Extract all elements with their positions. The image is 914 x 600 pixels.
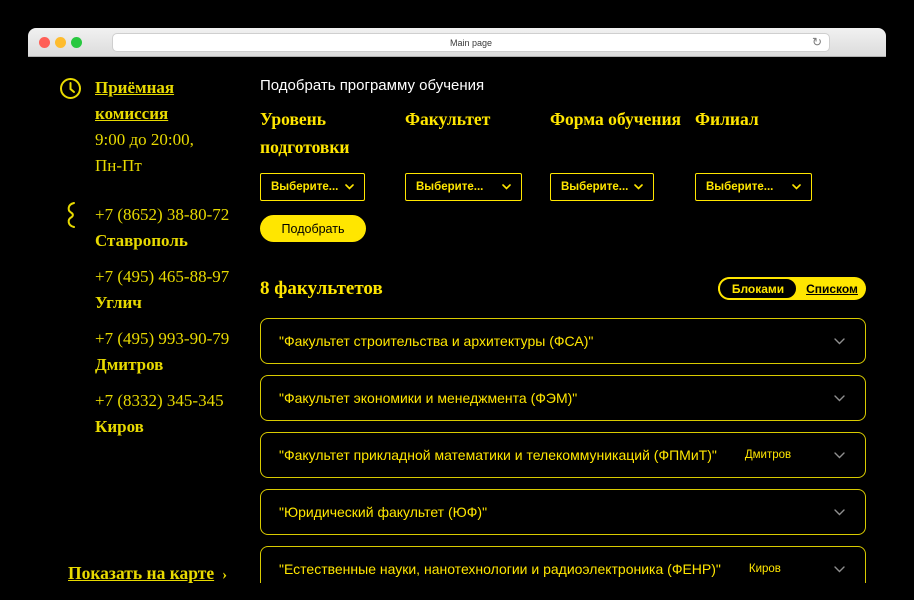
filter-level: Уровень подготовки Выберите... bbox=[260, 105, 365, 205]
chevron-down-icon bbox=[502, 184, 511, 190]
search-submit-button[interactable]: Подобрать bbox=[260, 215, 366, 242]
minimize-window-button[interactable] bbox=[55, 37, 66, 48]
chevron-down-icon bbox=[834, 452, 845, 459]
faculty-title: "Юридический факультет (ЮФ)" bbox=[279, 504, 487, 520]
filter-faculty: Факультет Выберите... bbox=[405, 105, 522, 205]
phone-city: Дмитров bbox=[95, 352, 237, 378]
filter-study-form: Форма обучения Выберите... bbox=[550, 105, 654, 205]
filter-study-form-select[interactable]: Выберите... bbox=[550, 173, 654, 201]
chevron-down-icon bbox=[834, 338, 845, 345]
phone-entry: +7 (8332) 345-345 Киров bbox=[95, 388, 237, 440]
phone-number[interactable]: +7 (8652) 38-80-72 bbox=[95, 205, 229, 224]
phone-city: Киров bbox=[95, 414, 237, 440]
chevron-down-icon bbox=[792, 184, 801, 190]
page-content: Приёмная комиссия 9:00 до 20:00, Пн-Пт +… bbox=[28, 57, 886, 583]
filter-faculty-select[interactable]: Выберите... bbox=[405, 173, 522, 201]
phone-number[interactable]: +7 (8332) 345-345 bbox=[95, 391, 224, 410]
faculty-title: "Факультет строительства и архитектуры (… bbox=[279, 333, 593, 349]
admission-office-link[interactable]: Приёмная комиссия bbox=[95, 78, 174, 123]
chevron-down-icon bbox=[634, 184, 643, 190]
phone-number[interactable]: +7 (495) 465-88-97 bbox=[95, 267, 229, 286]
filter-study-form-label: Форма обучения bbox=[550, 105, 654, 133]
faculty-row[interactable]: "Естественные науки, нанотехнологии и ра… bbox=[260, 546, 866, 583]
faculty-list: "Факультет строительства и архитектуры (… bbox=[260, 318, 866, 583]
chevron-down-icon bbox=[834, 395, 845, 402]
filter-level-select[interactable]: Выберите... bbox=[260, 173, 365, 201]
faculty-row[interactable]: "Факультет строительства и архитектуры (… bbox=[260, 318, 866, 364]
view-mode-toggle: Блоками Списком bbox=[718, 277, 866, 300]
phone-city: Углич bbox=[95, 290, 237, 316]
phone-number[interactable]: +7 (495) 993-90-79 bbox=[95, 329, 229, 348]
filter-branch-value: Выберите... bbox=[706, 181, 773, 193]
phone-entry: +7 (495) 465-88-97 Углич bbox=[95, 264, 237, 316]
browser-window: Main page ↻ Приёмная комиссия 9:00 до 20… bbox=[28, 28, 886, 583]
faculty-branch: Дмитров bbox=[745, 449, 791, 461]
faculties-count-heading: 8 факультетов bbox=[260, 278, 383, 300]
program-search-title: Подобрать программу обучения bbox=[260, 77, 484, 94]
view-blocks-button[interactable]: Блоками bbox=[718, 277, 798, 300]
faculty-title: "Факультет экономики и менеджмента (ФЭМ)… bbox=[279, 390, 577, 406]
chevron-right-icon: › bbox=[222, 567, 227, 583]
filter-branch-select[interactable]: Выберите... bbox=[695, 173, 812, 201]
chevron-down-icon bbox=[834, 509, 845, 516]
close-window-button[interactable] bbox=[39, 37, 50, 48]
page-title: Main page bbox=[450, 38, 492, 48]
faculty-row[interactable]: "Факультет прикладной математики и телек… bbox=[260, 432, 866, 478]
admission-days: Пн-Пт bbox=[95, 153, 237, 179]
faculty-branch: Киров bbox=[749, 563, 781, 575]
filter-study-form-value: Выберите... bbox=[561, 181, 628, 193]
phone-city: Ставрополь bbox=[95, 228, 237, 254]
filter-faculty-value: Выберите... bbox=[416, 181, 483, 193]
show-on-map-label: Показать на карте bbox=[68, 563, 214, 583]
maximize-window-button[interactable] bbox=[71, 37, 82, 48]
filter-level-value: Выберите... bbox=[271, 181, 338, 193]
admission-office-block: Приёмная комиссия 9:00 до 20:00, Пн-Пт bbox=[95, 75, 237, 179]
phone-icon bbox=[62, 201, 80, 234]
browser-toolbar: Main page ↻ bbox=[28, 28, 886, 57]
faculty-title: "Факультет прикладной математики и телек… bbox=[279, 447, 717, 463]
url-bar[interactable]: Main page ↻ bbox=[112, 33, 830, 52]
chevron-down-icon bbox=[834, 566, 845, 573]
phone-list: +7 (8652) 38-80-72 Ставрополь +7 (495) 4… bbox=[95, 202, 237, 450]
chevron-down-icon bbox=[345, 184, 354, 190]
filter-level-label: Уровень подготовки bbox=[260, 105, 365, 161]
filter-branch: Филиал Выберите... bbox=[695, 105, 812, 205]
phone-entry: +7 (8652) 38-80-72 Ставрополь bbox=[95, 202, 237, 254]
refresh-icon[interactable]: ↻ bbox=[812, 34, 822, 51]
clock-icon bbox=[59, 77, 82, 105]
filter-branch-label: Филиал bbox=[695, 105, 812, 133]
admission-hours: 9:00 до 20:00, bbox=[95, 127, 237, 153]
phone-entry: +7 (495) 993-90-79 Дмитров bbox=[95, 326, 237, 378]
show-on-map-link[interactable]: Показать на карте › bbox=[68, 563, 227, 583]
faculty-title: "Естественные науки, нанотехнологии и ра… bbox=[279, 561, 721, 577]
faculty-row[interactable]: "Юридический факультет (ЮФ)" bbox=[260, 489, 866, 535]
view-list-button[interactable]: Списком bbox=[798, 277, 866, 300]
faculty-row[interactable]: "Факультет экономики и менеджмента (ФЭМ)… bbox=[260, 375, 866, 421]
filter-faculty-label: Факультет bbox=[405, 105, 522, 133]
